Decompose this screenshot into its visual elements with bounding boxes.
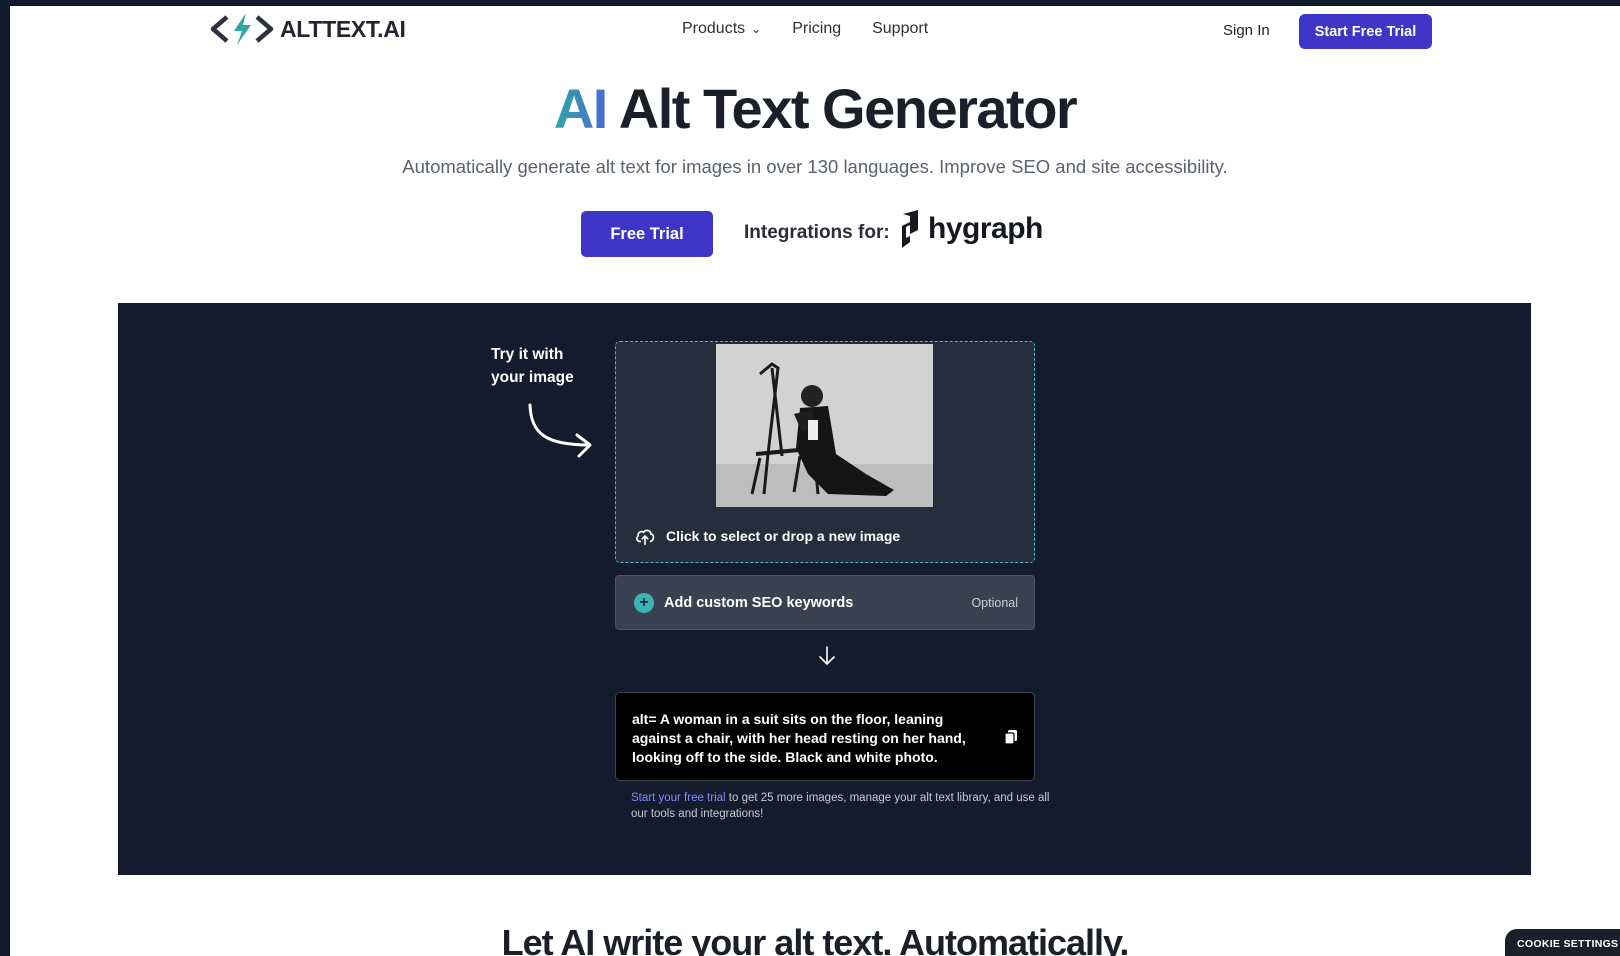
try-it-line2: your image	[491, 369, 574, 386]
free-trial-button[interactable]: Free Trial	[581, 211, 713, 257]
hero-title: AI Alt Text Generator	[10, 76, 1620, 141]
drop-label: Click to select or drop a new image	[666, 528, 901, 544]
nav-support[interactable]: Support	[872, 20, 928, 38]
sign-in-link[interactable]: Sign In	[1223, 22, 1270, 39]
curved-arrow-icon	[528, 403, 592, 458]
photo-illustration	[716, 344, 933, 507]
hero-title-rest: Alt Text Generator	[606, 77, 1078, 140]
hygraph-text: hygraph	[928, 212, 1043, 245]
page: ALTTEXT.AI Products ⌄ Pricing Support Sig…	[10, 6, 1620, 956]
integrations-label: Integrations for:	[744, 222, 890, 243]
arrow-down-icon	[819, 646, 835, 665]
logo[interactable]: ALTTEXT.AI	[210, 12, 406, 46]
image-dropzone[interactable]: Click to select or drop a new image	[615, 341, 1035, 563]
seo-keywords-toggle[interactable]: + Add custom SEO keywords Optional	[615, 575, 1035, 630]
plus-circle-icon: +	[634, 592, 654, 613]
hero-subtitle: Automatically generate alt text for imag…	[402, 156, 1228, 177]
hygraph-logo[interactable]: hygraph	[898, 210, 1043, 248]
chevron-down-icon: ⌄	[751, 22, 762, 36]
hero-title-ai: AI	[553, 77, 609, 140]
main-menu: Products ⌄ Pricing Support	[682, 20, 928, 38]
drop-row[interactable]: Click to select or drop a new image	[616, 508, 1034, 562]
sample-photo	[716, 344, 933, 507]
nav-pricing[interactable]: Pricing	[792, 20, 841, 38]
seo-optional-label: Optional	[971, 595, 1018, 610]
copy-icon[interactable]	[1004, 729, 1018, 745]
alt-text-output: alt= A woman in a suit sits on the floor…	[615, 692, 1035, 781]
free-trial-note: Start your free trial to get 25 more ima…	[631, 791, 1051, 822]
logo-text: ALTTEXT.AI	[280, 15, 406, 42]
demo-panel: Try it with your image Click to select o…	[118, 303, 1531, 875]
top-nav: ALTTEXT.AI Products ⌄ Pricing Support Sig…	[10, 6, 1620, 56]
hygraph-mark-icon	[902, 210, 918, 248]
upload-cloud-icon	[636, 529, 655, 546]
seo-label: Add custom SEO keywords	[664, 594, 854, 611]
start-free-trial-button[interactable]: Start Free Trial	[1299, 14, 1432, 49]
alt-text: alt= A woman in a suit sits on the floor…	[632, 711, 966, 765]
section-title: Let AI write your alt text. Automaticall…	[501, 922, 1130, 956]
nav-products-label: Products	[682, 20, 746, 37]
try-it-label: Try it with your image	[491, 343, 601, 389]
try-it-line1: Try it with	[491, 346, 564, 363]
free-trial-link[interactable]: Start your free trial	[631, 792, 726, 804]
nav-products[interactable]: Products ⌄	[682, 20, 761, 38]
code-bolt-icon	[210, 13, 274, 45]
cookie-settings-button[interactable]: COOKIE SETTINGS	[1505, 929, 1620, 956]
